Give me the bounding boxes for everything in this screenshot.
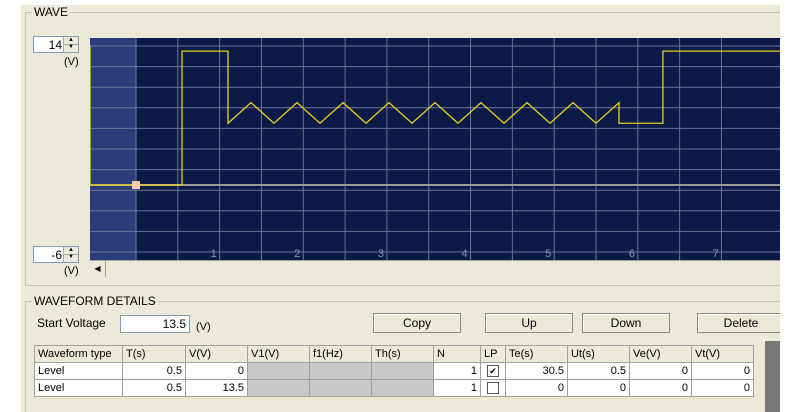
spin-down-icon[interactable]: ▼ (64, 44, 78, 51)
copy-button[interactable]: Copy (373, 313, 461, 333)
table-header[interactable]: Waveform type (34, 345, 123, 363)
table-cell[interactable]: 0 (691, 362, 754, 380)
table-cell[interactable]: ✔ (480, 362, 506, 380)
y-min-unit: (V) (64, 265, 79, 277)
table-cell[interactable] (247, 362, 310, 380)
lp-checkbox[interactable] (487, 382, 499, 395)
table-cell[interactable]: 0 (629, 379, 692, 397)
y-min-arrows[interactable]: ▲ ▼ (63, 247, 78, 262)
table-header[interactable]: N (433, 345, 481, 363)
start-voltage-label: Start Voltage (37, 316, 106, 330)
table-cell[interactable] (247, 379, 310, 397)
waveform-marker (132, 181, 140, 190)
x-tick-label: 5 (545, 248, 551, 260)
table-header[interactable]: Vt(V) (691, 345, 754, 363)
y-max-arrows[interactable]: ▲ ▼ (63, 37, 78, 52)
table-cell[interactable]: 1 (433, 379, 481, 397)
y-max-unit: (V) (64, 56, 79, 68)
start-voltage-input[interactable]: 13.5 (120, 315, 190, 333)
x-tick-label: 2 (294, 248, 300, 260)
table-cell[interactable]: 0 (567, 379, 630, 397)
x-tick-label: 4 (462, 248, 468, 260)
waveform-chart[interactable]: 1 2 3 4 5 6 7 (90, 38, 780, 260)
delete-button[interactable]: Delete (697, 313, 780, 333)
table-header[interactable]: Th(s) (371, 345, 434, 363)
table-cell[interactable]: 0.5 (122, 362, 186, 380)
table-cell[interactable]: 30.5 (505, 362, 568, 380)
waveform-plot[interactable]: 1 2 3 4 5 6 7 (90, 38, 780, 260)
table-cell[interactable] (309, 362, 372, 380)
details-group-title: WAVEFORM DETAILS (32, 294, 158, 308)
wave-group-title: WAVE (32, 5, 71, 19)
table-header[interactable]: Te(s) (505, 345, 568, 363)
table-cell[interactable]: 0.5 (567, 362, 630, 380)
table-cell[interactable]: 13.5 (185, 379, 248, 397)
y-min-spinner[interactable]: -6 ▲ ▼ (33, 246, 79, 263)
table-cell[interactable] (480, 379, 506, 397)
table-header[interactable]: f1(Hz) (309, 345, 372, 363)
x-tick-label: 3 (378, 248, 384, 260)
table-cell[interactable]: 1 (433, 362, 481, 380)
waveform-table: Waveform type T(s) V(V) V1(V) f1(Hz) Th(… (34, 345, 754, 397)
up-button[interactable]: Up (485, 313, 573, 333)
table-cell[interactable]: 0 (629, 362, 692, 380)
chart-hscrollbar[interactable]: ◀ (90, 260, 780, 278)
x-tick-label: 7 (712, 248, 718, 260)
table-header[interactable]: V(V) (185, 345, 248, 363)
y-max-value: 14 (48, 38, 62, 52)
table-cell[interactable]: 0.5 (122, 379, 186, 397)
table-header[interactable]: LP (480, 345, 506, 363)
y-max-spinner[interactable]: 14 ▲ ▼ (33, 36, 79, 53)
lp-checkbox[interactable]: ✔ (487, 365, 499, 378)
table-cell[interactable]: 0 (185, 362, 248, 380)
table-cell[interactable]: 0 (691, 379, 754, 397)
table-header-row: Waveform type T(s) V(V) V1(V) f1(Hz) Th(… (34, 345, 754, 363)
spin-down-icon[interactable]: ▼ (64, 254, 78, 261)
y-min-value: -6 (51, 248, 62, 262)
table-row[interactable]: Level 0.5 13.5 1 0 0 0 0 (34, 379, 754, 397)
scroll-left-icon[interactable]: ◀ (90, 261, 106, 277)
x-tick-label: 6 (629, 248, 635, 260)
x-tick-label: 1 (211, 248, 217, 260)
table-row[interactable]: Level 0.5 0 1 ✔ 30.5 0.5 0 0 (34, 362, 754, 380)
table-cell[interactable] (309, 379, 372, 397)
start-voltage-unit: (V) (196, 321, 211, 333)
table-vscrollbar[interactable] (765, 341, 780, 412)
table-cell[interactable]: Level (34, 379, 123, 397)
table-cell[interactable] (371, 379, 434, 397)
table-cell[interactable] (371, 362, 434, 380)
table-header[interactable]: V1(V) (247, 345, 310, 363)
table-header[interactable]: T(s) (122, 345, 186, 363)
table-cell[interactable]: Level (34, 362, 123, 380)
app-window: WAVE 14 ▲ ▼ (V) -6 ▲ ▼ (V) 1 2 3 4 5 6 7 ◀ WAV… (21, 5, 780, 412)
table-header[interactable]: Ve(V) (629, 345, 692, 363)
down-button[interactable]: Down (582, 313, 670, 333)
table-header[interactable]: Ut(s) (567, 345, 630, 363)
table-cell[interactable]: 0 (505, 379, 568, 397)
